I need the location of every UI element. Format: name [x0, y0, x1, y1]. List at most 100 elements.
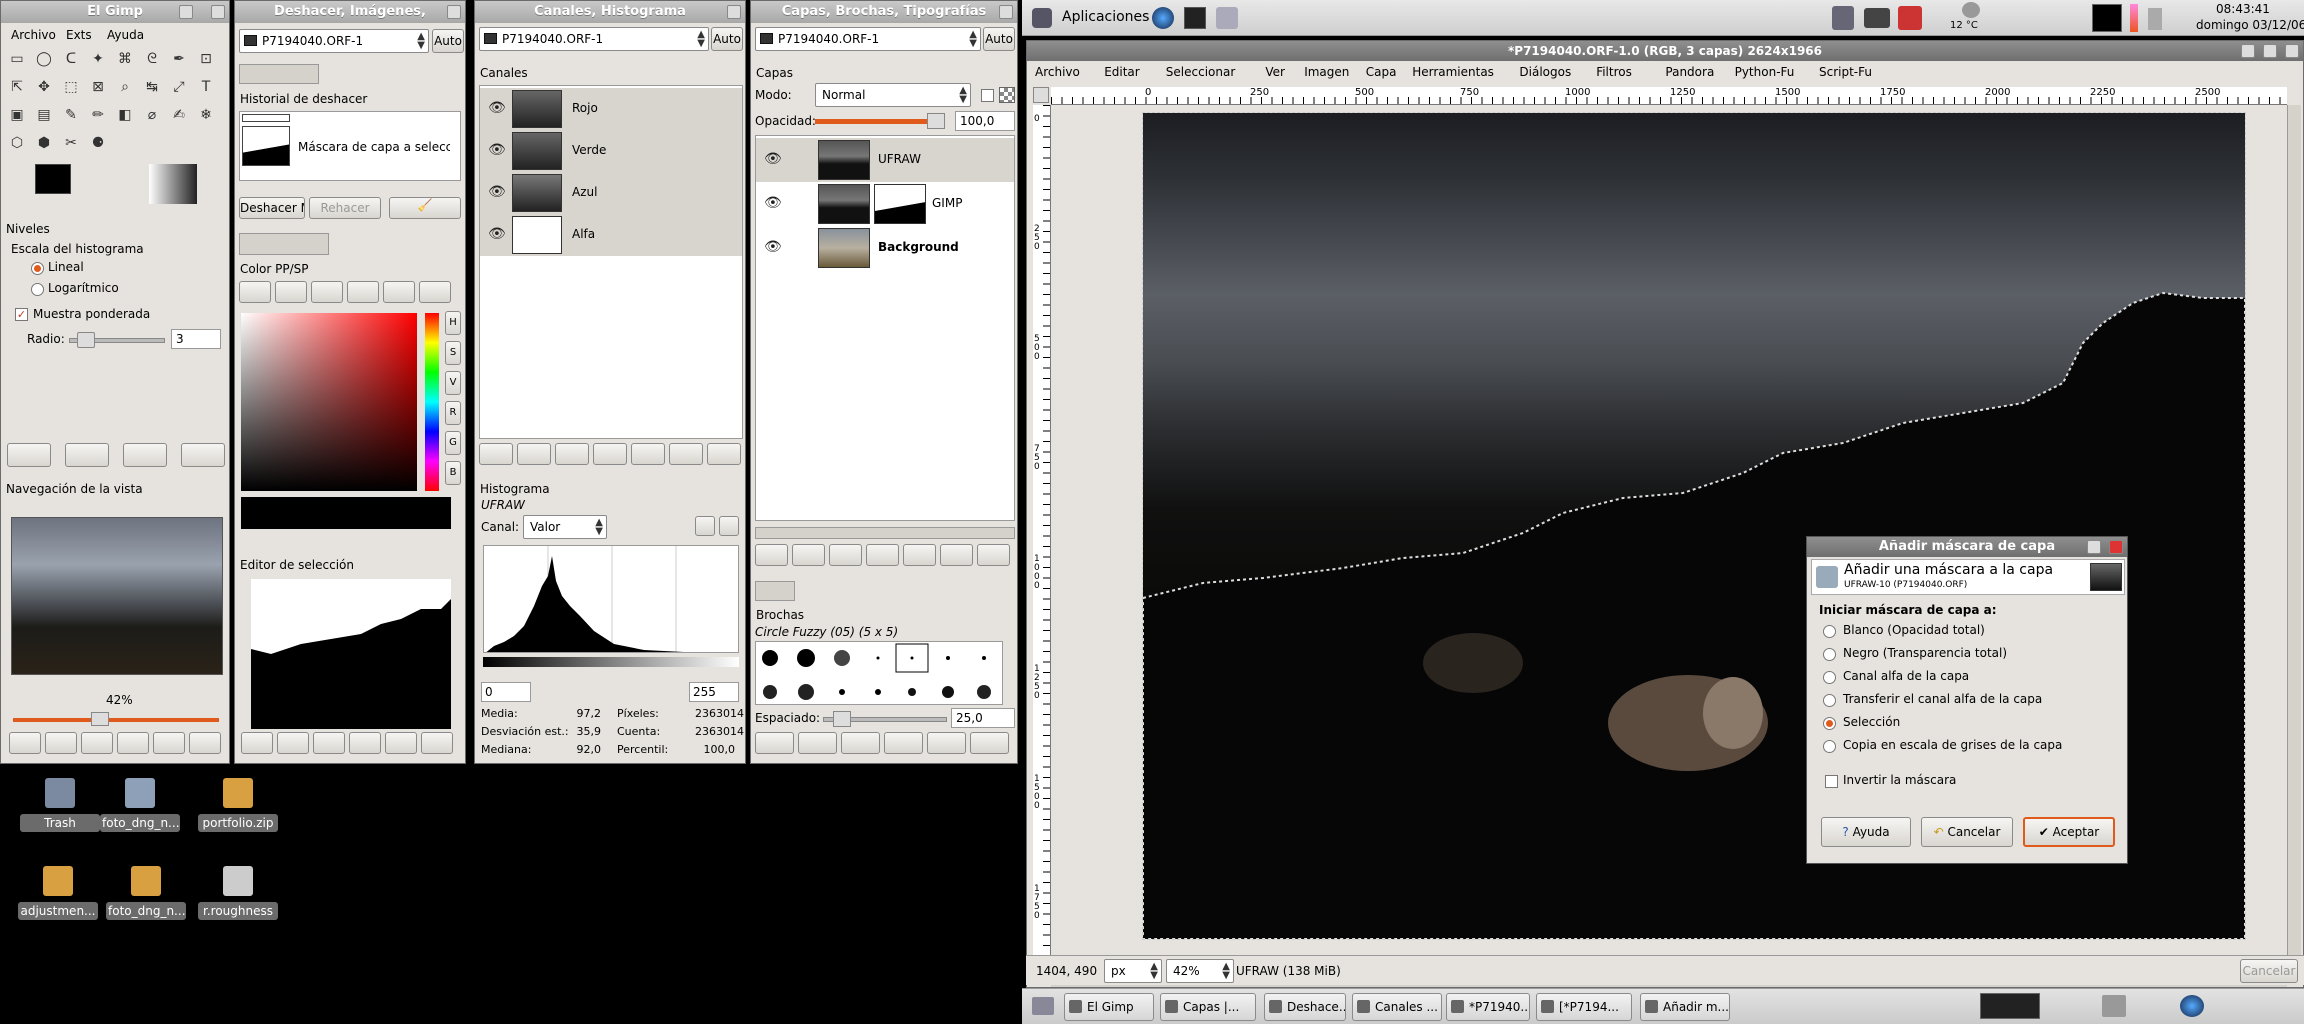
desktop-icon-2[interactable]: portfolio.zip: [198, 778, 278, 832]
ink-tool-icon[interactable]: ✍: [167, 103, 191, 127]
levels-btn-4[interactable]: [181, 443, 225, 467]
foreground-color[interactable]: [35, 164, 71, 194]
unit-select[interactable]: px ▲ ▼: [1104, 959, 1162, 983]
show-desktop-icon[interactable]: [1032, 997, 1054, 1015]
image-menu-5[interactable]: Capa: [1366, 65, 1397, 79]
image-titlebar[interactable]: *P7194040.ORF-1.0 (RGB, 3 capas) 2624x19…: [1027, 41, 2303, 61]
network-icon[interactable]: [1832, 6, 1854, 30]
invert-mask-checkbox[interactable]: [1825, 775, 1838, 788]
mask-option-radio-5[interactable]: [1823, 740, 1836, 753]
layer-button-4[interactable]: [866, 544, 899, 566]
ellipse-select-tool-icon[interactable]: ◯: [32, 47, 56, 71]
clock-date[interactable]: domingo 03/12/06: [2196, 18, 2304, 32]
color-mode-button-2[interactable]: [275, 281, 307, 303]
selection-button-5[interactable]: [385, 732, 417, 754]
history-item[interactable]: Máscara de capa a selección: [298, 140, 450, 154]
levels-btn-1[interactable]: [7, 443, 51, 467]
help-button[interactable]: ? Ayuda: [1821, 817, 1911, 847]
channel-button-3[interactable]: [555, 443, 589, 465]
color-channel-h-button[interactable]: H: [445, 311, 461, 335]
minimize-icon[interactable]: [2241, 44, 2255, 58]
weighted-checkbox[interactable]: ✓: [15, 308, 28, 321]
nav-zoom-handle[interactable]: [91, 712, 109, 726]
fuzzy-select-tool-icon[interactable]: ✦: [86, 47, 110, 71]
color-mode-button-6[interactable]: [419, 281, 451, 303]
image-menu-8[interactable]: Filtros: [1596, 65, 1632, 79]
layer-button-3[interactable]: [829, 544, 862, 566]
camera-icon[interactable]: [1864, 8, 1890, 28]
mask-option-radio-2[interactable]: [1823, 671, 1836, 684]
rotate-tool-icon[interactable]: ⌕: [113, 75, 137, 99]
eye-icon[interactable]: 👁: [764, 151, 782, 167]
zoom-select[interactable]: 42% ▲ ▼: [1166, 959, 1234, 983]
weather-icon[interactable]: [1962, 2, 1980, 18]
nav-button-6[interactable]: [189, 732, 221, 754]
image-menu-1[interactable]: Editar: [1104, 65, 1140, 79]
trash-applet-icon[interactable]: [2102, 995, 2126, 1017]
text-tool-icon[interactable]: T: [194, 75, 218, 99]
mask-option-radio-1[interactable]: [1823, 648, 1836, 661]
taskbar-item-1[interactable]: Capas |...: [1160, 993, 1256, 1021]
channel-button-1[interactable]: [479, 443, 513, 465]
keep-transparency-checkbox[interactable]: [981, 89, 994, 102]
close-icon[interactable]: [211, 5, 225, 19]
mask-option-radio-0[interactable]: [1823, 625, 1836, 638]
image-menu-9[interactable]: Pandora: [1665, 65, 1714, 79]
gnome-foot-icon[interactable]: [1032, 8, 1052, 28]
horizontal-ruler[interactable]: 0 250 500 750 1000 1250 1500 1750 2000 2250 2500: [1051, 87, 2287, 105]
color-mode-button-5[interactable]: [383, 281, 415, 303]
eye-icon[interactable]: 👁: [488, 184, 506, 200]
mode-select[interactable]: Normal ▲ ▼: [815, 83, 971, 107]
color-select-tool-icon[interactable]: ⌘: [113, 47, 137, 71]
nav-preview[interactable]: [11, 517, 223, 675]
channel-row-red[interactable]: 👁 Rojo: [480, 88, 742, 130]
log-radio[interactable]: [31, 283, 44, 296]
globe-applet-icon[interactable]: [2180, 995, 2204, 1017]
levels-btn-2[interactable]: [65, 443, 109, 467]
status-cancel-button[interactable]: Cancelar: [2240, 959, 2298, 983]
desktop-icon-1[interactable]: foto_dng_n...: [100, 778, 180, 832]
eraser-tool-icon[interactable]: ◧: [113, 103, 137, 127]
spacing-input[interactable]: 25,0: [951, 708, 1015, 728]
color-channel-b-button[interactable]: B: [445, 461, 461, 485]
minimize-icon[interactable]: [179, 5, 193, 19]
pencil-tool-icon[interactable]: ✎: [59, 103, 83, 127]
rect-select-tool-icon[interactable]: ▭: [5, 47, 29, 71]
color-mode-button-1[interactable]: [239, 281, 271, 303]
menu-archivo[interactable]: Archivo: [11, 28, 56, 42]
flip-tool-icon[interactable]: ▤: [32, 103, 56, 127]
radius-input[interactable]: 3: [171, 329, 221, 349]
desktop-icon-5[interactable]: r.roughness: [198, 866, 278, 920]
channel-button-6[interactable]: [669, 443, 703, 465]
brush-grid[interactable]: [755, 641, 1003, 705]
taskbar-item-0[interactable]: El Gimp: [1064, 993, 1154, 1021]
opacity-handle[interactable]: [927, 113, 945, 129]
toolbox-titlebar[interactable]: El Gimp: [1, 1, 229, 23]
layers-titlebar[interactable]: Capas, Brochas, Tipografías: [751, 1, 1017, 23]
selection-button-3[interactable]: [313, 732, 345, 754]
hist-linear-button[interactable]: [695, 516, 715, 536]
hist-from-input[interactable]: 0: [481, 682, 531, 702]
menu-exts[interactable]: Exts: [66, 28, 92, 42]
shear-tool-icon[interactable]: ⤢: [167, 75, 191, 99]
close-icon[interactable]: [999, 5, 1013, 19]
desktop-icon-3[interactable]: adjustmen...: [18, 866, 98, 920]
brush-button-2[interactable]: [798, 732, 837, 754]
eye-icon[interactable]: 👁: [488, 226, 506, 242]
layer-button-6[interactable]: [940, 544, 973, 566]
taskbar-item-5[interactable]: [*P7194...: [1536, 993, 1632, 1021]
taskbar-item-6[interactable]: Añadir m...: [1640, 993, 1730, 1021]
eye-icon[interactable]: 👁: [764, 239, 782, 255]
measure-tool-icon[interactable]: ✥: [32, 75, 56, 99]
vertical-scrollbar[interactable]: [2287, 105, 2301, 975]
auto-button[interactable]: Auto: [432, 29, 464, 53]
airbrush-tool-icon[interactable]: ⌀: [140, 103, 164, 127]
channel-button-2[interactable]: [517, 443, 551, 465]
channel-button-7[interactable]: [707, 443, 741, 465]
color-channel-v-button[interactable]: V: [445, 371, 461, 395]
auto-button[interactable]: Auto: [711, 27, 743, 51]
image-menu-10[interactable]: Python-Fu: [1735, 65, 1795, 79]
linear-radio[interactable]: [31, 262, 44, 275]
eye-icon[interactable]: 👁: [488, 142, 506, 158]
terminal-icon[interactable]: [1184, 7, 1206, 29]
